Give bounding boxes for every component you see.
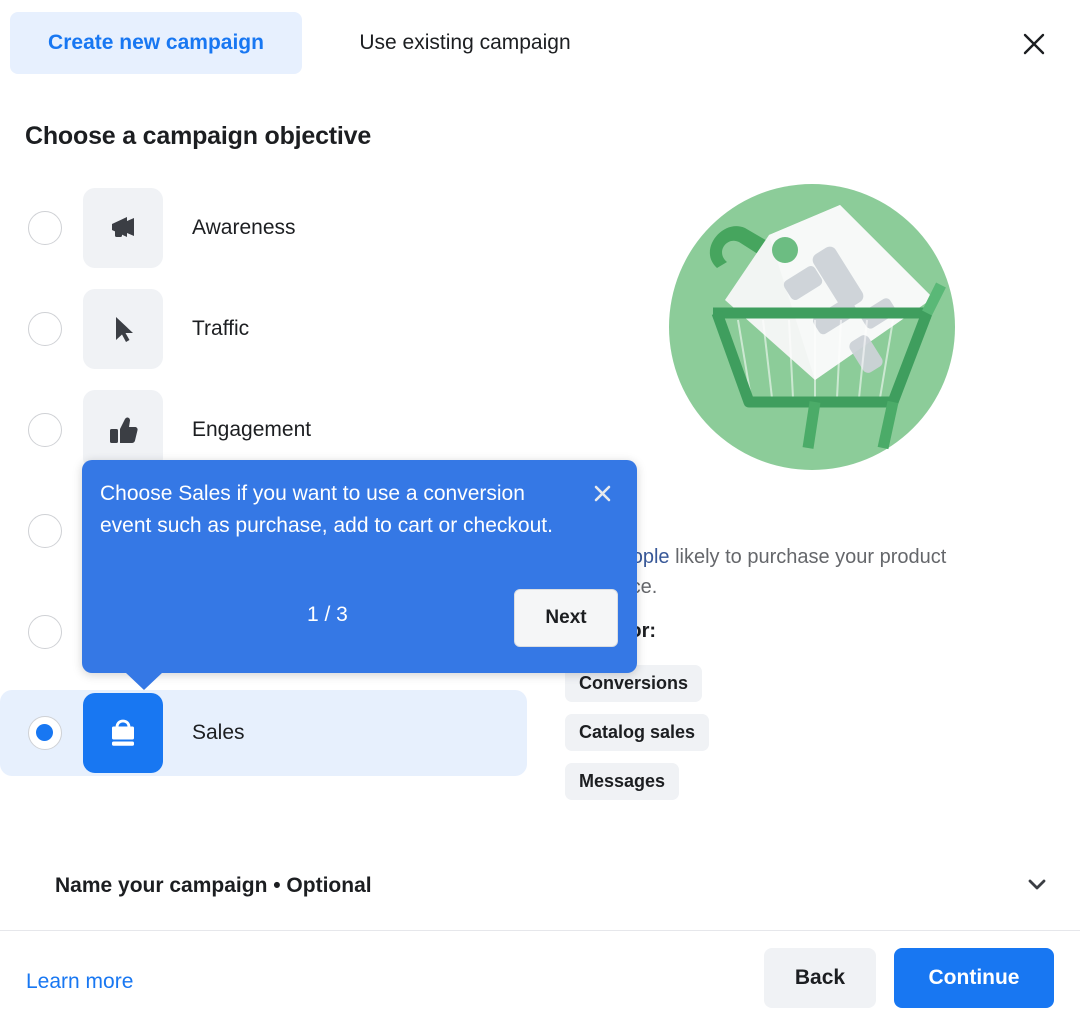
objective-label: Sales — [192, 721, 245, 744]
dialog-footer: Learn more Back Continue — [0, 948, 1080, 1032]
chip-catalog-sales: Catalog sales — [565, 714, 710, 751]
learn-more-link[interactable]: Learn more — [26, 970, 133, 994]
chevron-down-icon[interactable] — [1024, 871, 1050, 902]
tooltip-text: Choose Sales if you want to use a conver… — [100, 482, 553, 537]
objective-label: Traffic — [192, 317, 250, 340]
tab-use-existing-campaign[interactable]: Use existing campaign — [320, 12, 610, 74]
tab-create-new-campaign[interactable]: Create new campaign — [10, 12, 302, 74]
dialog-header: Create new campaign Use existing campaig… — [0, 0, 1080, 86]
page-title: Choose a campaign objective — [25, 122, 372, 150]
tooltip-step-counter: 1 / 3 — [307, 603, 348, 626]
footer-divider — [0, 930, 1080, 931]
tooltip-close-icon[interactable] — [587, 478, 617, 508]
thumbs-up-icon — [83, 390, 163, 470]
name-campaign-label: Name your campaign • Optional — [55, 874, 372, 897]
chip-messages: Messages — [565, 763, 680, 800]
tooltip-next-button[interactable]: Next — [514, 589, 618, 647]
objective-label: Engagement — [192, 418, 312, 441]
good-for-chips: Conversions Catalog sales Messages — [565, 665, 710, 812]
radio-sales[interactable] — [28, 716, 62, 750]
close-icon[interactable] — [1014, 24, 1054, 64]
radio-engagement[interactable] — [28, 413, 62, 447]
objective-row-awareness[interactable]: Awareness — [0, 185, 545, 271]
shopping-bag-icon — [83, 693, 163, 773]
shopping-cart-price-tag-illustration — [665, 180, 960, 475]
radio-traffic[interactable] — [28, 312, 62, 346]
radio-awareness[interactable] — [28, 211, 62, 245]
objective-row-traffic[interactable]: Traffic — [0, 286, 545, 372]
megaphone-icon — [83, 188, 163, 268]
back-button[interactable]: Back — [764, 948, 876, 1008]
radio-objective-4[interactable] — [28, 514, 62, 548]
name-campaign-section[interactable]: Name your campaign • Optional — [55, 866, 1050, 906]
radio-objective-5[interactable] — [28, 615, 62, 649]
cursor-arrow-icon — [83, 289, 163, 369]
coach-mark-tooltip: Choose Sales if you want to use a conver… — [82, 460, 637, 690]
objective-row-sales[interactable]: Sales — [0, 690, 527, 776]
objective-label: Awareness — [192, 216, 296, 239]
campaign-objective-dialog: Create new campaign Use existing campaig… — [0, 0, 1080, 1032]
continue-button[interactable]: Continue — [894, 948, 1054, 1008]
